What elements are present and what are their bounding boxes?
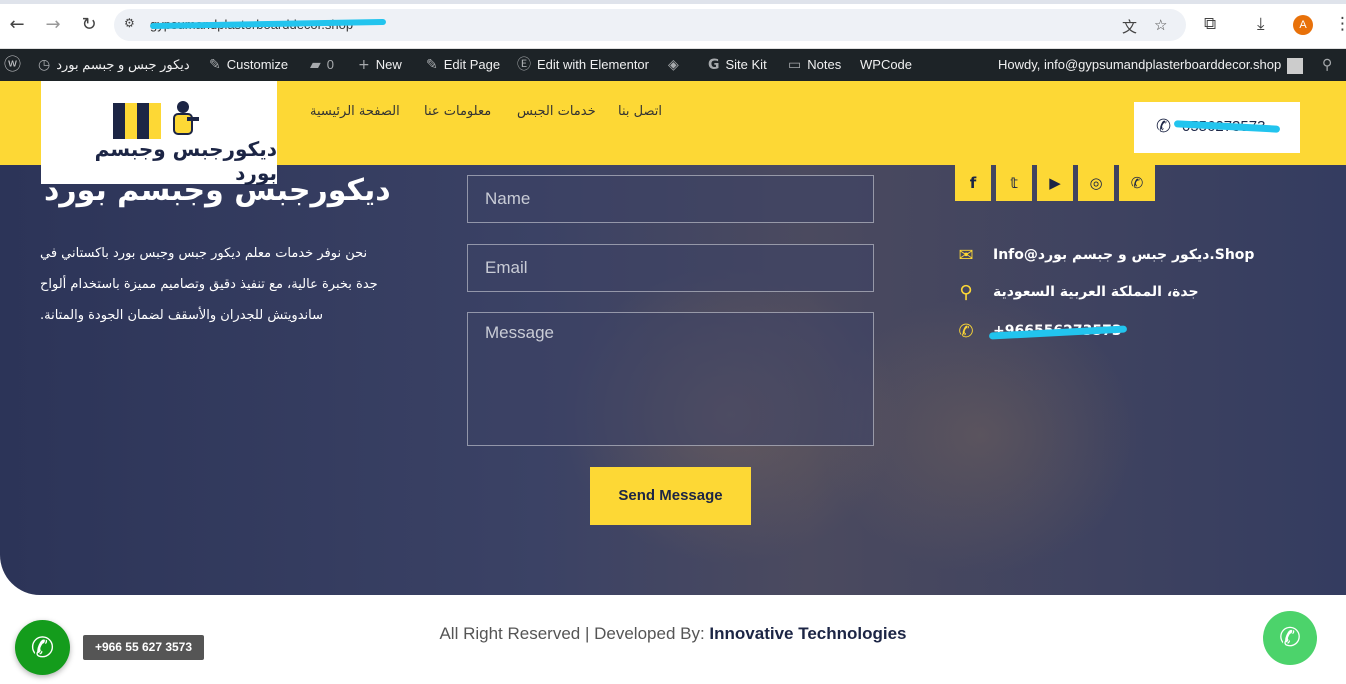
tab-strip — [0, 0, 1346, 4]
send-message-button[interactable]: Send Message — [590, 467, 751, 525]
address-bar[interactable]: ⚙ gypsumandplasterboarddecor.shop 文 ☆ — [114, 9, 1186, 41]
forward-icon[interactable]: → — [42, 14, 64, 36]
admin-notes[interactable]: ▭ Notes — [788, 49, 841, 81]
menu-home[interactable]: الصفحة الرئيسية — [310, 104, 400, 119]
notes-icon: ▭ — [788, 57, 802, 73]
email-input[interactable]: Email — [467, 244, 874, 292]
wp-admin-bar: ⓦ ◷ ديكور جبس و جبسم بورد ✎ Customize ▰ 0 +… — [0, 49, 1346, 81]
back-icon[interactable]: ← — [6, 14, 28, 36]
admin-wpcode[interactable]: WPCode — [860, 49, 912, 81]
star-icon[interactable]: ☆ — [1154, 16, 1167, 34]
phone-icon: ✆ — [30, 631, 55, 664]
comment-icon: ▰ — [310, 57, 321, 73]
youtube-icon[interactable]: ▶ — [1037, 165, 1073, 201]
wordpress-logo-icon[interactable]: ⓦ — [4, 49, 27, 81]
admin-new[interactable]: + New — [358, 49, 402, 81]
whatsapp-button[interactable]: ✆ — [1263, 611, 1317, 665]
pencil-icon: ✎ — [426, 57, 438, 73]
plus-icon: + — [358, 57, 370, 73]
instagram-icon[interactable]: ◎ — [1078, 165, 1114, 201]
download-icon[interactable]: ⤓ — [1257, 14, 1265, 34]
logo-panel-icon — [113, 103, 161, 139]
location-pin-icon: ⚲ — [959, 282, 973, 303]
menu-services[interactable]: خدمات الجبس — [517, 104, 596, 119]
menu-icon[interactable]: ⋮ — [1334, 14, 1346, 34]
phone-icon: ✆ — [958, 321, 974, 342]
twitter-icon[interactable]: 𝕥 — [996, 165, 1032, 201]
admin-search-icon[interactable]: ⚲ — [1322, 49, 1338, 81]
menu-about[interactable]: معلومات عنا — [424, 104, 491, 119]
translate-icon[interactable]: 文 — [1122, 16, 1137, 37]
browser-toolbar: ← → ↻ ⚙ gypsumandplasterboarddecor.shop … — [0, 0, 1346, 49]
header-phone-button[interactable]: ✆ 0556273573 — [1134, 102, 1300, 153]
name-input[interactable]: Name — [467, 175, 874, 223]
worker-icon — [173, 101, 199, 135]
brush-icon: ✎ — [209, 57, 221, 73]
elementor-icon: Ⓔ — [517, 57, 531, 73]
call-tooltip: +966 55 627 3573 — [83, 635, 204, 660]
phone-icon: ✆ — [1156, 116, 1172, 137]
admin-site-name[interactable]: ◷ ديكور جبس و جبسم بورد — [38, 49, 190, 81]
diamond-icon[interactable]: ◈ — [668, 49, 685, 81]
about-text: نحن نوفر خدمات معلم ديكور جبس وجبس بورد … — [40, 246, 378, 323]
site-logo[interactable]: ديكورجبس وجبسم بورد — [41, 81, 277, 185]
admin-howdy[interactable]: Howdy, info@gypsumandplasterboarddecor.s… — [998, 49, 1304, 81]
google-icon: G — [708, 57, 720, 73]
logo-text: ديكورجبس وجبسم بورد — [94, 137, 277, 185]
facebook-icon[interactable]: f — [955, 165, 991, 201]
developer-link[interactable]: Innovative Technologies — [709, 624, 906, 643]
extensions-icon[interactable]: ⧉ — [1204, 14, 1216, 34]
whatsapp-icon: ✆ — [1279, 623, 1301, 653]
call-button[interactable]: ✆ — [15, 620, 70, 675]
profile-avatar[interactable]: A — [1293, 15, 1313, 35]
menu-contact[interactable]: اتصل بنا — [618, 104, 662, 119]
admin-site-kit[interactable]: G Site Kit — [708, 49, 767, 81]
envelope-icon: ✉ — [958, 245, 974, 266]
site-info-icon[interactable]: ⚙ — [124, 16, 140, 32]
whatsapp-icon[interactable]: ✆ — [1119, 165, 1155, 201]
admin-elementor[interactable]: Ⓔ Edit with Elementor — [517, 49, 649, 81]
message-textarea[interactable]: Message — [467, 312, 874, 446]
reload-icon[interactable]: ↻ — [78, 14, 100, 36]
admin-customize[interactable]: ✎ Customize — [209, 49, 288, 81]
contact-section: ديكورجبس وجبسم بورد نحن نوفر خدمات معلم … — [0, 165, 1346, 595]
admin-edit-page[interactable]: ✎ Edit Page — [426, 49, 500, 81]
user-avatar — [1287, 57, 1304, 74]
admin-comments[interactable]: ▰ 0 — [310, 49, 334, 81]
dashboard-icon: ◷ — [38, 57, 51, 73]
